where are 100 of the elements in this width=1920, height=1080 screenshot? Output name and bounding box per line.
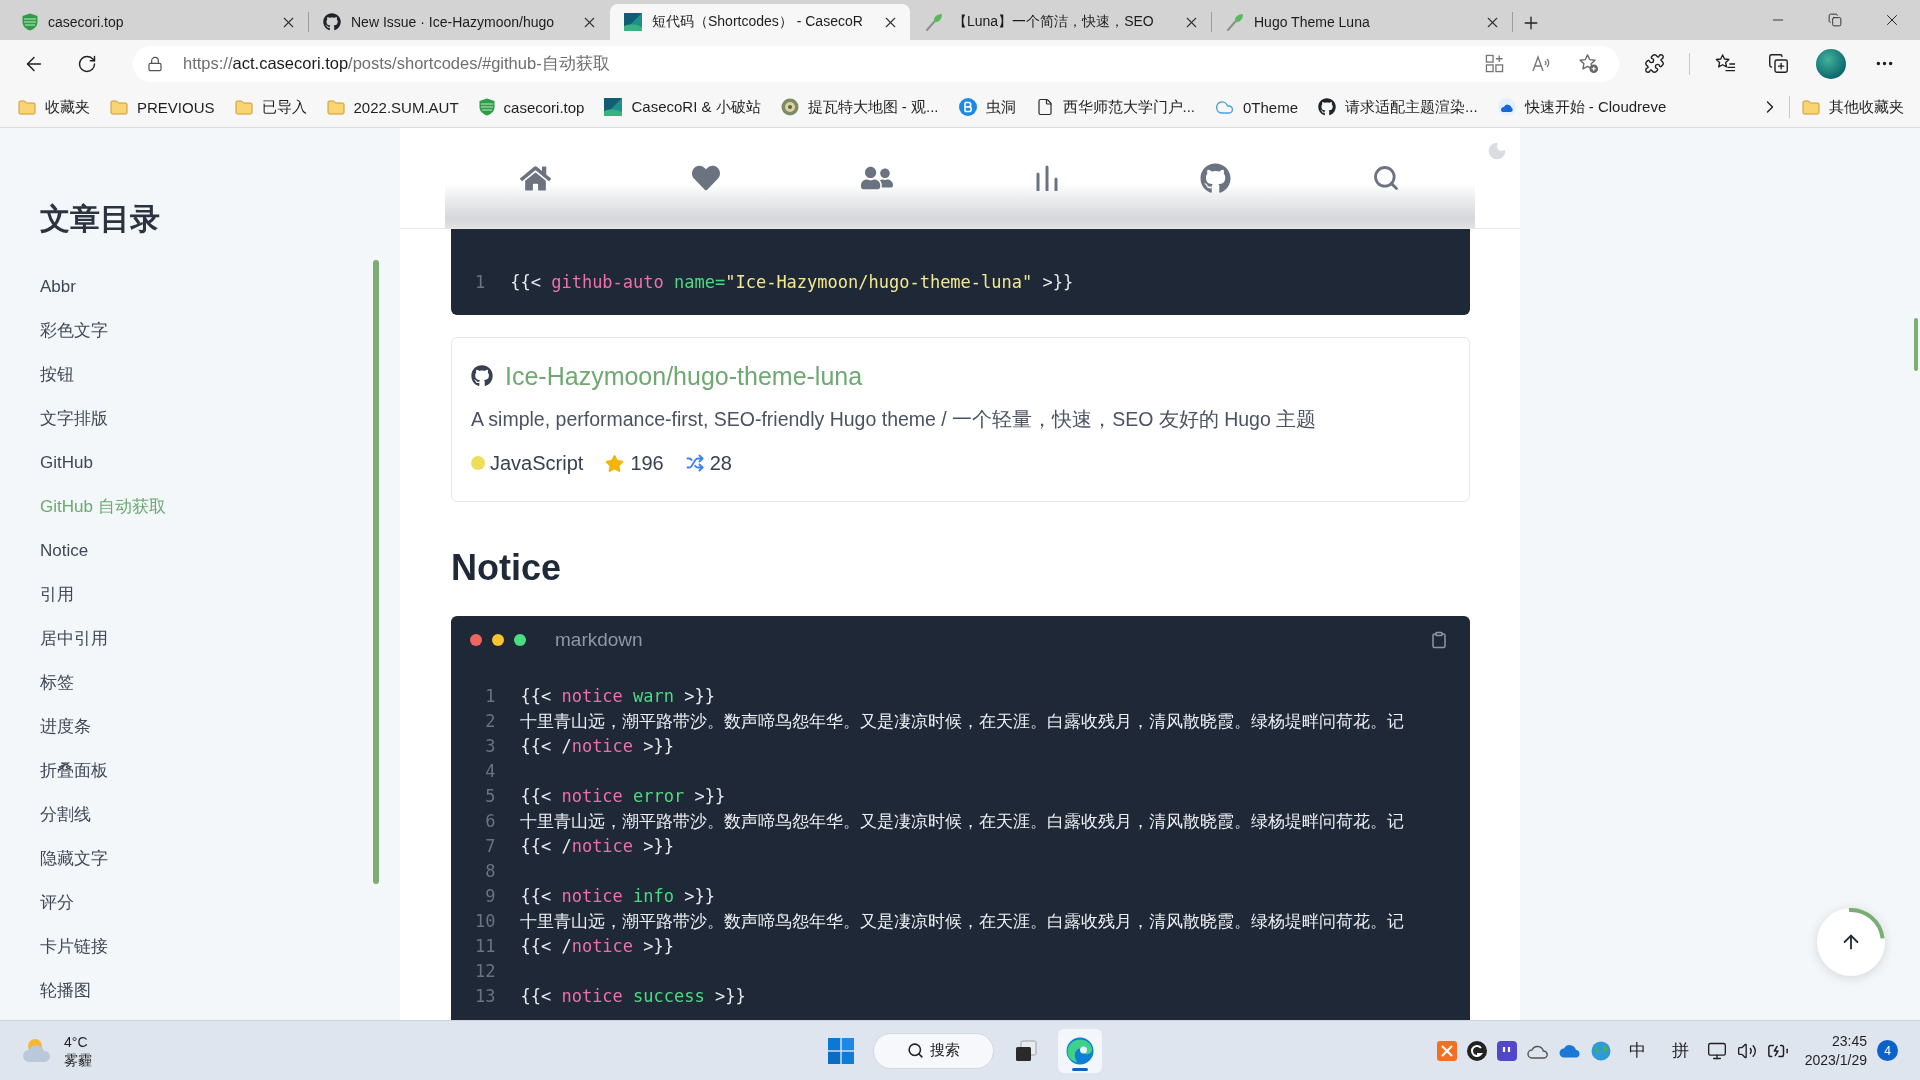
- monitor-icon[interactable]: [1706, 1040, 1727, 1061]
- puzzle-icon[interactable]: [1643, 53, 1665, 74]
- star-list-icon[interactable]: [1714, 53, 1736, 74]
- bookmark[interactable]: 快速开始 - Cloudreve: [1489, 93, 1675, 121]
- line-number: 2: [484, 710, 496, 733]
- line-number: 7: [484, 835, 496, 858]
- folder-icon: [234, 99, 253, 115]
- line-number: 6: [484, 810, 496, 833]
- leaf-icon: [1226, 13, 1244, 31]
- toc-link[interactable]: 文字排版: [40, 397, 108, 441]
- bookmark[interactable]: 0Theme: [1207, 93, 1307, 121]
- bookmark[interactable]: 提瓦特大地图 - 观...: [772, 93, 947, 121]
- bookmark[interactable]: 2022.SUM.AUT: [318, 94, 467, 120]
- toc-link[interactable]: Abbr: [40, 265, 76, 309]
- code-line: {{< /notice >}}: [520, 835, 675, 858]
- code-line: {{< /notice >}}: [520, 735, 675, 758]
- toc-link[interactable]: 按钮: [40, 353, 74, 397]
- star-icon: [605, 453, 625, 473]
- fork-count: 28: [709, 451, 732, 475]
- browser-tab[interactable]: 短代码（Shortcodes） - CasecoR: [610, 4, 910, 40]
- scrollbar-thumb[interactable]: [373, 260, 379, 884]
- star-add-icon[interactable]: [1578, 53, 1599, 74]
- bookmark[interactable]: 虫洞: [950, 93, 1024, 121]
- code-line: {{< notice success >}}: [520, 985, 746, 1008]
- bookmark[interactable]: PREVIOUS: [102, 94, 223, 120]
- input-indicator[interactable]: 中: [1620, 1039, 1654, 1062]
- bookmark[interactable]: 已导入: [226, 93, 315, 121]
- tile-icon: [604, 98, 623, 116]
- restore-icon[interactable]: [1827, 13, 1842, 27]
- folder-icon: [1802, 99, 1820, 115]
- line-number: 5: [484, 785, 496, 808]
- code-line: {{< /notice >}}: [520, 935, 675, 958]
- shield-icon: [478, 98, 495, 116]
- input-indicator[interactable]: 拼: [1663, 1039, 1697, 1062]
- toc-link[interactable]: 引用: [40, 573, 74, 617]
- toc-link[interactable]: 居中引用: [40, 617, 108, 661]
- code-line: 十里青山远，潮平路带沙。数声啼鸟怨年华。又是凄凉时候，在天涯。白露收残月，清风散晓霞。绿杨堤畔问荷花。记: [520, 710, 1405, 733]
- toc-link[interactable]: 隐藏文字: [40, 837, 108, 881]
- line-number: 11: [475, 935, 496, 958]
- toc-title: 文章目录: [40, 201, 160, 237]
- toc-link[interactable]: 标签: [40, 661, 74, 705]
- scrollbar-thumb[interactable]: [1914, 318, 1918, 371]
- temperature-text: 4°C: [64, 1032, 89, 1051]
- round-logo-icon: [958, 98, 977, 116]
- browser-tab[interactable]: New Issue · Ice-Hazymoon/hugo: [309, 4, 609, 40]
- clock-time[interactable]: 23:45: [1831, 1031, 1867, 1051]
- search-icon[interactable]: [1371, 164, 1400, 192]
- bar-chart-icon[interactable]: [1034, 165, 1059, 191]
- github-icon[interactable]: [1199, 162, 1231, 194]
- browser-tab[interactable]: Hugo Theme Luna: [1212, 4, 1512, 40]
- cloud-icon[interactable]: [1558, 1043, 1581, 1058]
- bookmark[interactable]: 西华师范大学门户...: [1027, 93, 1203, 121]
- toc-link[interactable]: 轮播图: [40, 969, 91, 1013]
- url-text: https://act.casecori.top/posts/shortcodes/#github-自动获取: [183, 52, 611, 74]
- line-number: 1: [475, 271, 486, 294]
- toc-link[interactable]: 卡片链接: [40, 925, 108, 969]
- toc-link[interactable]: Notice: [40, 529, 89, 573]
- round-app-icon[interactable]: [1466, 1040, 1487, 1061]
- app-grid-icon[interactable]: [1485, 54, 1504, 73]
- bookmark[interactable]: 其他收藏夹: [1794, 93, 1912, 121]
- code-line: 十里青山远，潮平路带沙。数声啼鸟怨年华。又是凄凉时候，在天涯。白露收残月，清风散晓霞。绿杨堤畔问荷花。记: [520, 910, 1405, 933]
- clock-date[interactable]: 2023/1/29: [1804, 1050, 1867, 1070]
- toc-link[interactable]: 折叠面板: [40, 749, 108, 793]
- avatar[interactable]: [1816, 48, 1846, 79]
- toc-link[interactable]: GitHub: [40, 441, 93, 485]
- quote-tile-icon[interactable]: [1496, 1040, 1517, 1061]
- scroll-top-button[interactable]: [1817, 908, 1885, 976]
- toc-link[interactable]: 评分: [40, 881, 74, 925]
- stacked-windows-icon: [1013, 1038, 1038, 1063]
- line-number: 12: [475, 960, 496, 983]
- collections-icon[interactable]: [1767, 53, 1789, 74]
- search-button[interactable]: 搜索: [872, 1032, 994, 1069]
- toc-link[interactable]: 分割线: [40, 793, 91, 837]
- line-number: 4: [484, 760, 496, 783]
- bookmark[interactable]: 请求适配主题渲染...: [1310, 93, 1486, 121]
- github-icon: [1318, 98, 1337, 116]
- weather-condition: 雾霾: [64, 1050, 92, 1069]
- address-field[interactable]: https://act.casecori.top/posts/shortcodes/#github-自动获取: [133, 45, 1619, 82]
- heart-icon[interactable]: [692, 164, 721, 192]
- shield-icon: [22, 13, 38, 31]
- language-name: JavaScript: [490, 451, 584, 475]
- code-line: {{< notice warn >}}: [520, 685, 715, 708]
- browser-tab[interactable]: casecori.top: [8, 4, 308, 40]
- language-dot: [471, 456, 485, 470]
- toc-link[interactable]: 进度条: [40, 705, 91, 749]
- code-language: markdown: [555, 629, 643, 651]
- bookmark[interactable]: CasecoRI & 小破站: [596, 93, 769, 121]
- cloud-logo-icon: [1497, 98, 1516, 116]
- browser-tab[interactable]: 【Luna】一个简洁，快速，SEO: [911, 4, 1211, 40]
- notification-badge[interactable]: 4: [1877, 1040, 1898, 1061]
- bookmark[interactable]: 收藏夹: [10, 93, 98, 121]
- toc-link[interactable]: 彩色文字: [40, 309, 108, 353]
- bookmark[interactable]: casecori.top: [470, 94, 593, 120]
- code-line: {{< notice error >}}: [520, 785, 726, 808]
- clipboard-icon[interactable]: [1430, 631, 1448, 649]
- read-aloud-icon[interactable]: [1531, 53, 1551, 74]
- cross-tile-icon[interactable]: [1436, 1040, 1457, 1061]
- code-line: {{< github-auto name="Ice-Hazymoon/hugo-theme-luna" >}}: [510, 271, 1074, 294]
- reload-icon[interactable]: [77, 53, 97, 74]
- lock-icon[interactable]: [147, 55, 163, 72]
